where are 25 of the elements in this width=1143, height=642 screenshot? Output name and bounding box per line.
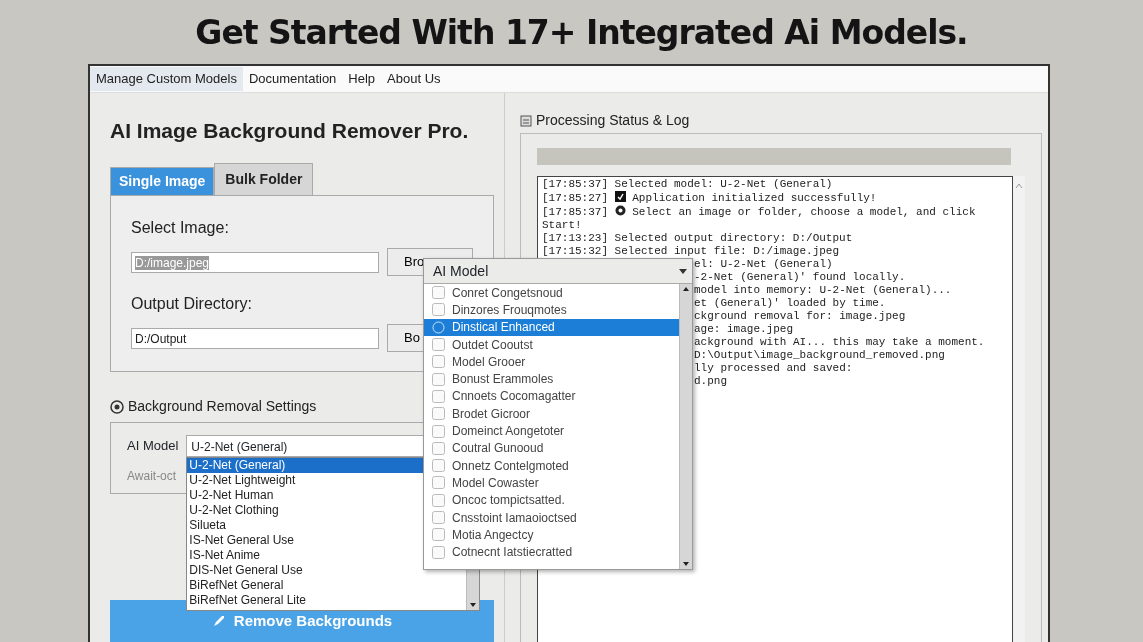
log-line: el: U-2-Net (General) xyxy=(694,258,833,271)
log-line: [17:85:37] Select an image or folder, choose a model, and click xyxy=(542,205,976,219)
app-title: AI Image Background Remover Pro. xyxy=(110,119,470,143)
log-line: D:\Output\image_background_removed.png xyxy=(694,349,945,362)
log-line: [17:13:23] Selected output directory: D:/Output xyxy=(542,232,853,245)
hint-text: Await-oct xyxy=(127,468,177,485)
log-line: ackground with AI... this may take a moment. xyxy=(694,336,985,349)
field-label: Output Directory: xyxy=(131,294,252,314)
field-label: Select Image: xyxy=(131,218,229,238)
log-line: -2-Net (General)' found locally. xyxy=(694,271,906,284)
log-line: [17:85:27] Application initialized successfully! xyxy=(542,191,877,205)
section-title: Processing Status & Log xyxy=(536,111,690,130)
log-line: [17:15:32] Selected input file: D:/image.jpeg xyxy=(542,245,840,258)
section-title: Background Removal Settings xyxy=(128,397,317,416)
headline: Get Started With 17+ Integrated Ai Models. xyxy=(194,11,969,54)
log-line: ckground removal for: image.jpeg xyxy=(694,310,906,323)
log-line: age: image.jpeg xyxy=(694,323,794,336)
dropdown-title: AI Model xyxy=(433,261,489,281)
log-line: Start! xyxy=(542,219,582,232)
log-line: lly processed and saved: xyxy=(694,362,853,375)
log-line: [17:85:37] Selected model: U-2-Net (General) xyxy=(542,178,833,191)
log-line: model into memory: U-2-Net (General)... xyxy=(694,284,952,297)
field-label: AI Model xyxy=(127,437,179,456)
log-line: d.png xyxy=(694,375,727,388)
log-line: et (General)' loaded by time. xyxy=(694,297,886,310)
